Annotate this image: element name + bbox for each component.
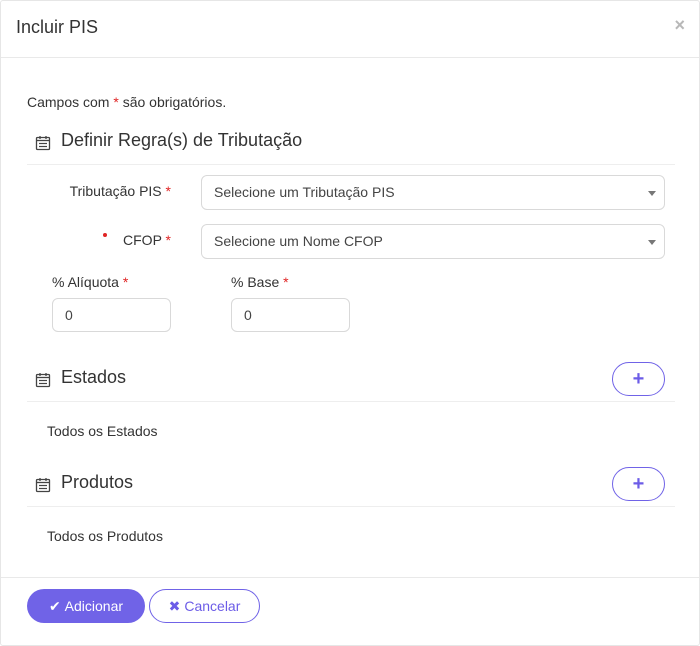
tributacao-pis-label: Tributação PIS * — [41, 183, 171, 199]
calendar-list-icon — [35, 478, 51, 493]
section-estados: Estados + — [27, 362, 675, 402]
calendar-list-icon — [35, 136, 51, 151]
caret-down-icon — [648, 240, 656, 245]
cancelar-label: Cancelar — [184, 597, 241, 614]
tributacao-pis-label-text: Tributação PIS — [69, 183, 162, 199]
section-title-tax-rules: Definir Regra(s) de Tributação — [61, 130, 303, 150]
required-asterisk: * — [165, 232, 171, 248]
base-label: % Base * — [231, 274, 289, 290]
cfop-select[interactable]: Selecione um Nome CFOP — [201, 224, 665, 259]
aliquota-input[interactable] — [52, 298, 171, 332]
tributacao-pis-select[interactable]: Selecione um Tributação PIS — [201, 175, 665, 210]
required-asterisk: * — [165, 183, 171, 199]
estados-content: Todos os Estados — [47, 423, 158, 439]
modal-dialog: Incluir PIS × Campos com * são obrigatór… — [0, 0, 700, 646]
required-note: Campos com * são obrigatórios. — [27, 94, 226, 110]
modal-footer: ✔ Adicionar ✖ Cancelar — [1, 577, 699, 646]
aliquota-label: % Alíquota * — [52, 274, 128, 290]
modal-title: Incluir PIS — [16, 17, 99, 37]
modal-header: Incluir PIS × — [1, 1, 699, 58]
aliquota-label-text: % Alíquota — [52, 274, 119, 290]
adicionar-button[interactable]: ✔ Adicionar — [27, 589, 145, 623]
tributacao-pis-selected: Selecione um Tributação PIS — [214, 184, 395, 200]
check-icon: ✔ — [48, 597, 61, 614]
close-icon[interactable]: × — [674, 15, 685, 35]
required-asterisk: * — [122, 274, 129, 290]
required-note-suffix: são obrigatórios. — [118, 94, 227, 110]
section-title-produtos: Produtos — [61, 472, 134, 492]
cfop-label: CFOP * — [41, 232, 171, 248]
calendar-list-icon — [35, 373, 51, 388]
adicionar-label: Adicionar — [64, 597, 124, 614]
required-asterisk: * — [283, 274, 289, 290]
close-icon: ✖ — [168, 597, 181, 614]
section-produtos: Produtos + — [27, 467, 675, 507]
cancelar-button[interactable]: ✖ Cancelar — [149, 589, 260, 623]
cfop-selected: Selecione um Nome CFOP — [214, 233, 383, 249]
required-note-prefix: Campos com — [27, 94, 114, 110]
cfop-label-text: CFOP — [123, 232, 162, 248]
add-produto-button[interactable]: + — [612, 467, 665, 501]
produtos-content: Todos os Produtos — [47, 528, 163, 544]
add-estado-button[interactable]: + — [612, 362, 665, 396]
section-tax-rules: Definir Regra(s) de Tributação — [27, 125, 675, 165]
section-title-estados: Estados — [61, 367, 127, 387]
caret-down-icon — [648, 191, 656, 196]
base-label-text: % Base — [231, 274, 280, 290]
base-input[interactable] — [231, 298, 350, 332]
